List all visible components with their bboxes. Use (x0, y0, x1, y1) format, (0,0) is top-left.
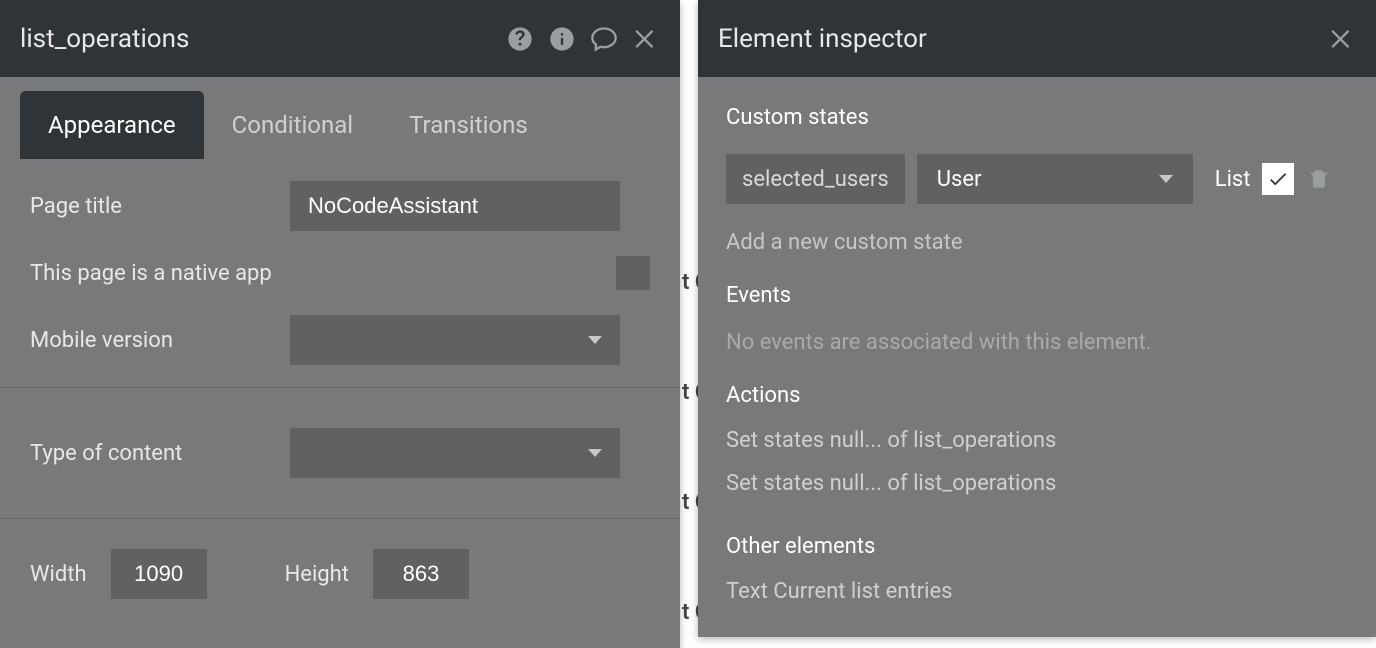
row-size: Width Height (0, 529, 680, 619)
properties-panel: list_operations Appearance Conditional T… (0, 0, 680, 648)
page-title-label: Page title (30, 194, 290, 219)
action-item[interactable]: Set states null... of list_operations (726, 467, 1348, 500)
tab-conditional[interactable]: Conditional (204, 91, 381, 159)
other-elements-heading: Other elements (726, 534, 1348, 559)
info-icon[interactable] (548, 25, 576, 53)
add-custom-state-link[interactable]: Add a new custom state (726, 230, 1348, 255)
page-title-input[interactable] (290, 181, 620, 231)
properties-panel-header: list_operations (0, 0, 680, 77)
other-element-item[interactable]: Text Current list entries (726, 575, 1348, 608)
chevron-down-icon (1159, 175, 1173, 183)
row-mobile-version: Mobile version (0, 303, 680, 377)
inspector-header: Element inspector (698, 0, 1376, 77)
state-type-select[interactable]: User (917, 154, 1193, 204)
state-type-value: User (937, 167, 982, 192)
type-of-content-label: Type of content (30, 441, 290, 466)
list-checkbox[interactable] (1262, 163, 1294, 195)
type-of-content-select[interactable] (290, 428, 620, 478)
help-icon[interactable] (506, 25, 534, 53)
native-app-label: This page is a native app (30, 261, 616, 286)
properties-body: Page title This page is a native app Mob… (0, 159, 680, 648)
row-type-of-content: Type of content (0, 398, 680, 508)
row-page-title: Page title (0, 169, 680, 243)
inspector-title: Element inspector (718, 24, 927, 54)
list-label: List (1215, 167, 1251, 192)
width-input[interactable] (111, 549, 207, 599)
tab-appearance[interactable]: Appearance (20, 91, 204, 159)
chevron-down-icon (588, 336, 602, 344)
events-heading: Events (726, 283, 1348, 308)
row-native-app: This page is a native app (0, 243, 680, 303)
events-empty-text: No events are associated with this eleme… (726, 330, 1348, 355)
height-input[interactable] (373, 549, 469, 599)
native-app-checkbox[interactable] (616, 256, 650, 290)
height-label: Height (285, 562, 349, 587)
close-icon[interactable] (632, 25, 660, 53)
comment-icon[interactable] (590, 25, 618, 53)
action-item[interactable]: Set states null... of list_operations (726, 424, 1348, 457)
element-inspector-panel: Element inspector Custom states selected… (698, 0, 1376, 637)
element-name: list_operations (20, 24, 189, 54)
tab-bar: Appearance Conditional Transitions (0, 77, 680, 159)
tab-transitions[interactable]: Transitions (381, 91, 556, 159)
width-label: Width (30, 562, 87, 587)
close-icon[interactable] (1328, 25, 1356, 53)
mobile-version-select[interactable] (290, 315, 620, 365)
custom-states-heading: Custom states (726, 105, 1348, 130)
chevron-down-icon (588, 449, 602, 457)
header-icon-group (506, 25, 660, 53)
inspector-header-icons (1328, 25, 1356, 53)
state-name-input[interactable]: selected_users (726, 154, 905, 204)
custom-state-row: selected_users User List (726, 154, 1348, 204)
trash-icon[interactable] (1306, 166, 1332, 192)
mobile-version-label: Mobile version (30, 328, 290, 353)
actions-heading: Actions (726, 383, 1348, 408)
inspector-body: Custom states selected_users User List A… (698, 77, 1376, 628)
